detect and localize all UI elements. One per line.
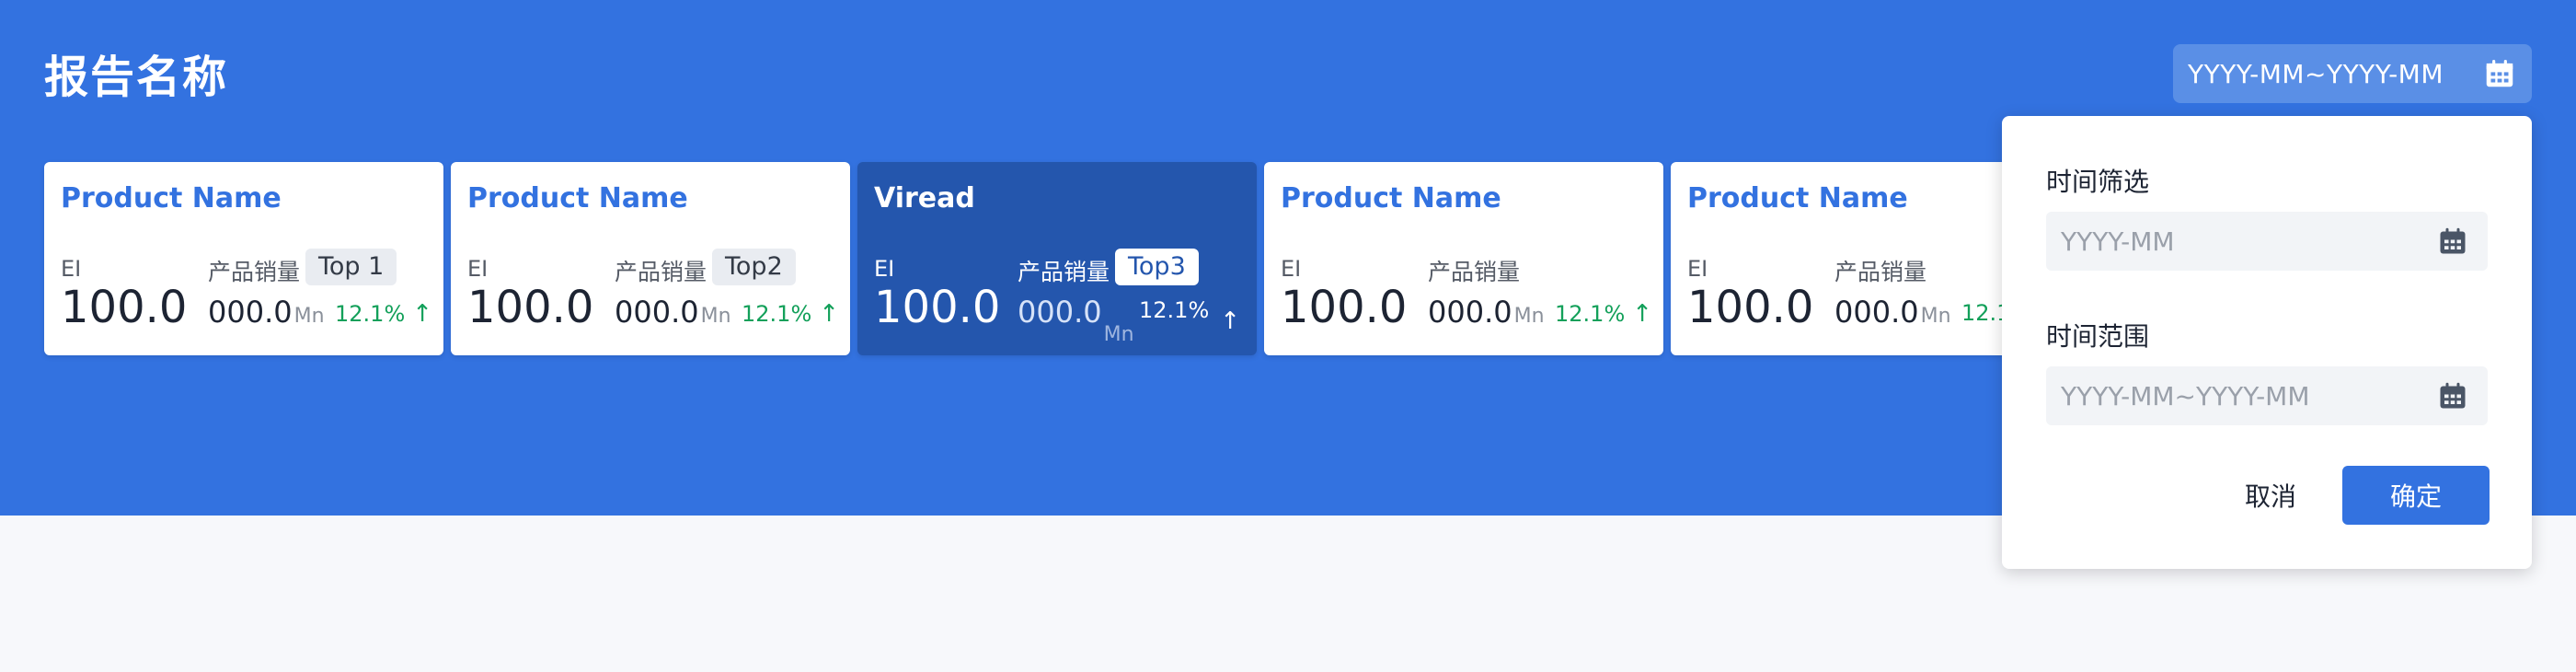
arrow-up-icon: ↑ — [412, 300, 433, 328]
confirm-button[interactable]: 确定 — [2342, 466, 2490, 525]
ei-label: EI — [1687, 256, 1708, 282]
sales-value: 000.0Mn — [1018, 295, 1134, 346]
sales-value: 000.0Mn — [1834, 295, 1951, 330]
growth-value: 12.1% — [1555, 301, 1626, 327]
sales-unit: Mn — [700, 305, 731, 328]
arrow-up-icon: ↑ — [819, 300, 840, 328]
growth-rate: 12.1% ↑ — [335, 300, 432, 328]
arrow-up-icon: ↑ — [1220, 307, 1241, 335]
product-name: Product Name — [61, 182, 282, 214]
product-card[interactable]: Product Name EI 100.0 产品销量 Top 1 000.0Mn… — [44, 162, 443, 355]
ei-label: EI — [467, 256, 489, 282]
sales-unit: Mn — [1103, 323, 1134, 346]
ei-value: 100.0 — [1687, 282, 1814, 333]
sales-unit: Mn — [1513, 305, 1545, 328]
date-range-picker[interactable]: YYYY-MM~YYYY-MM — [2173, 44, 2532, 103]
sales-value: 000.0Mn — [615, 295, 731, 330]
product-card[interactable]: Product Name EI 100.0 产品销量 000.0Mn 12.1%… — [1264, 162, 1663, 355]
ei-value: 100.0 — [61, 282, 188, 333]
sales-label: 产品销量 — [1834, 259, 1927, 285]
sales-unit: Mn — [293, 305, 325, 328]
month-input-placeholder: YYYY-MM — [2061, 226, 2175, 257]
sales-label: 产品销量 — [1018, 259, 1110, 285]
arrow-up-icon: ↑ — [1632, 300, 1653, 328]
ei-value: 100.0 — [467, 282, 594, 333]
growth-rate: 12.1% ↑ — [1139, 296, 1240, 335]
rank-badge: Top2 — [712, 249, 796, 285]
product-name: Product Name — [1281, 182, 1501, 214]
sales-value: 000.0Mn — [1428, 295, 1545, 330]
calendar-icon[interactable] — [2482, 56, 2517, 91]
ei-label: EI — [61, 256, 82, 282]
product-name: Product Name — [1687, 182, 1908, 214]
ei-value: 100.0 — [874, 282, 1001, 333]
sales-label: 产品销量 — [208, 259, 301, 285]
growth-rate: 12.1% ↑ — [742, 300, 839, 328]
sales-number: 000.0 — [615, 295, 699, 330]
rank-badge: Top 1 — [305, 249, 397, 285]
product-name: Viread — [874, 182, 975, 214]
growth-value: 12.1% — [742, 301, 812, 327]
sales-number: 000.0 — [1018, 295, 1102, 330]
product-card-active[interactable]: Viread EI 100.0 产品销量 Top3 000.0Mn 12.1% ↑ — [857, 162, 1257, 355]
range-input[interactable]: YYYY-MM~YYYY-MM — [2046, 366, 2488, 425]
growth-value: 12.1% — [335, 301, 406, 327]
rank-badge: Top3 — [1115, 249, 1199, 285]
sales-number: 000.0 — [1834, 295, 1919, 330]
ei-label: EI — [1281, 256, 1302, 282]
ei-label: EI — [874, 256, 895, 282]
product-card[interactable]: Product Name EI 100.0 产品销量 Top2 000.0Mn … — [451, 162, 850, 355]
report-title: 报告名称 — [44, 52, 229, 103]
product-name: Product Name — [467, 182, 688, 214]
sales-value: 000.0Mn — [208, 295, 325, 330]
time-filter-label: 时间筛选 — [2046, 167, 2150, 197]
calendar-icon[interactable] — [2436, 225, 2469, 258]
growth-value: 12.1% — [1139, 297, 1210, 323]
sales-label: 产品销量 — [1428, 259, 1521, 285]
sales-label: 产品销量 — [615, 259, 707, 285]
calendar-icon[interactable] — [2436, 379, 2469, 412]
range-input-placeholder: YYYY-MM~YYYY-MM — [2061, 380, 2310, 411]
sales-number: 000.0 — [208, 295, 293, 330]
sales-unit: Mn — [1920, 305, 1951, 328]
month-input[interactable]: YYYY-MM — [2046, 212, 2488, 271]
sales-number: 000.0 — [1428, 295, 1512, 330]
time-range-label: 时间范围 — [2046, 321, 2150, 352]
cancel-button[interactable]: 取消 — [2215, 466, 2326, 525]
date-range-text: YYYY-MM~YYYY-MM — [2188, 58, 2444, 89]
ei-value: 100.0 — [1281, 282, 1408, 333]
date-filter-popover: 时间筛选 YYYY-MM 时间范围 YYYY-MM~YYYY-MM 取消 确定 — [2002, 116, 2532, 569]
growth-rate: 12.1% ↑ — [1555, 300, 1652, 328]
